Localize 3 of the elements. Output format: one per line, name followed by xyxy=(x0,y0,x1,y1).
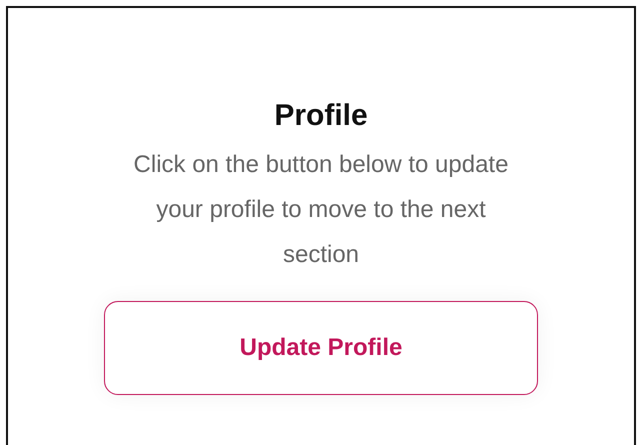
card-title: Profile xyxy=(274,98,368,134)
card-description: Click on the button below to update your profile to move to the next section xyxy=(132,150,510,270)
update-profile-button[interactable]: Update Profile xyxy=(104,301,538,395)
